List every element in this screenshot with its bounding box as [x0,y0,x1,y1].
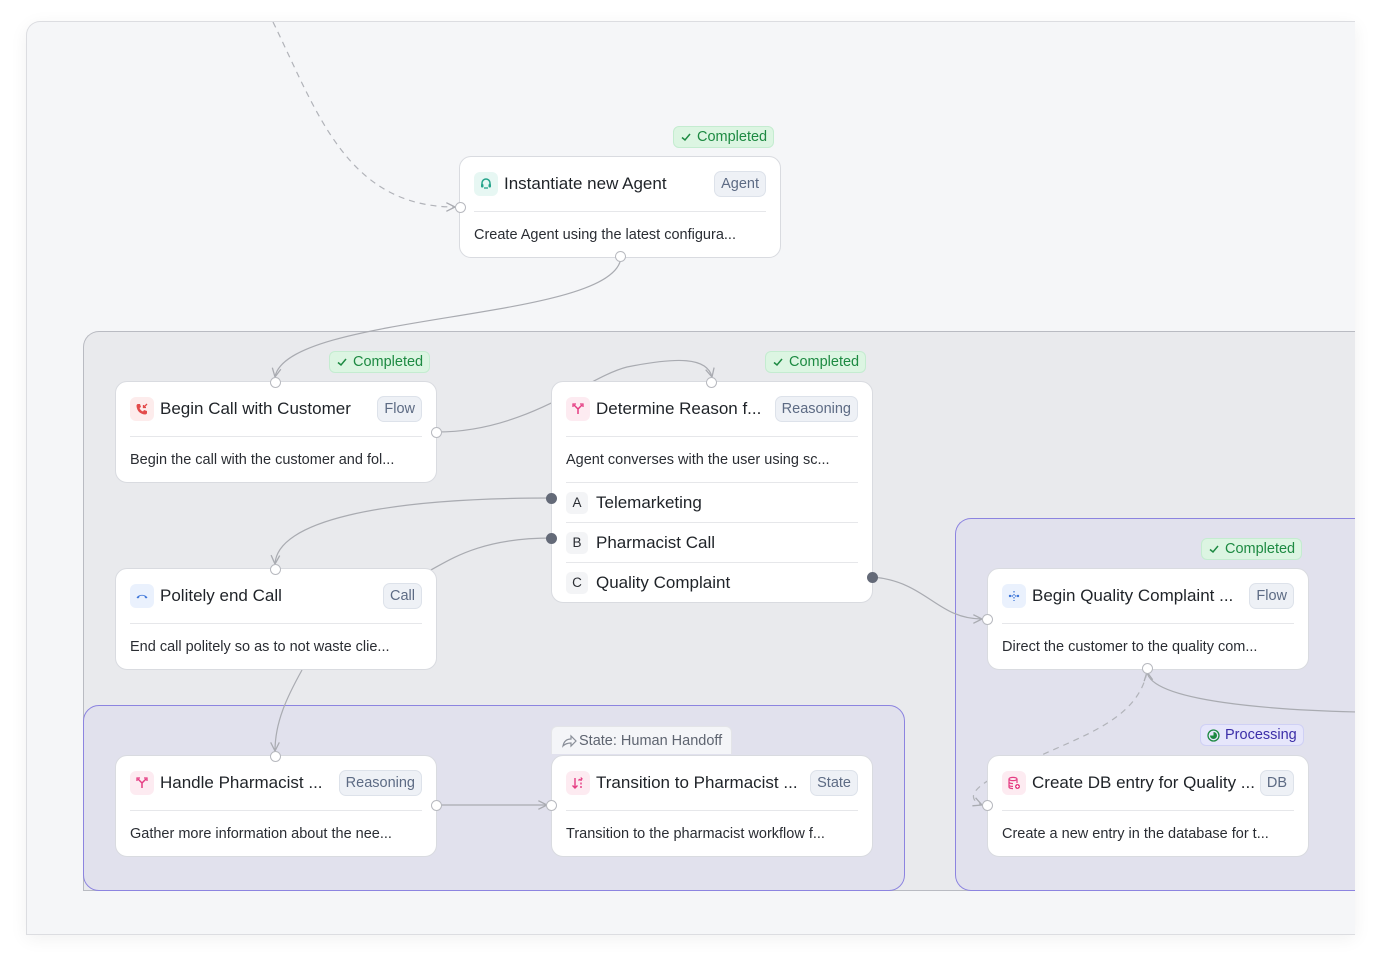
option-pharmacist-call[interactable]: B Pharmacist Call [566,523,858,563]
option-quality-complaint[interactable]: C Quality Complaint [566,563,858,602]
input-handle[interactable] [706,377,717,388]
processing-spinner-icon [1207,728,1220,742]
status-badge-completed: Completed [1201,538,1303,560]
node-title: Politely end Call [160,586,282,605]
node-title: Instantiate new Agent [504,174,667,193]
option-label: Pharmacist Call [596,532,716,552]
status-badge-processing: Processing [1200,724,1304,746]
option-key: C [566,571,588,594]
arrows-up-down-icon [566,771,590,795]
split-branch-icon [566,397,590,421]
node-title: Determine Reason f... [596,399,762,418]
node-instantiate-agent[interactable]: Instantiate new Agent Agent Create Agent… [459,156,781,258]
node-type-badge: Reasoning [774,396,858,422]
option-label: Telemarketing [596,492,702,512]
node-handle-pharmacist[interactable]: Handle Pharmacist ... Reasoning Gather m… [115,755,437,857]
input-handle[interactable] [982,614,993,625]
node-type-badge: DB [1259,770,1294,796]
status-label: Completed [353,354,424,370]
split-branch-icon [130,771,154,795]
node-title: Transition to Pharmacist ... [596,773,798,792]
state-tab: State: Human Handoff [551,726,733,754]
check-icon [680,131,692,143]
output-handle[interactable] [431,800,442,811]
node-description: Transition to the pharmacist workflow f.… [566,825,825,842]
node-type-badge: Agent [714,171,766,197]
output-handle[interactable] [1142,663,1153,674]
node-begin-call[interactable]: Begin Call with Customer Flow Begin the … [115,381,437,483]
option-a-handle[interactable] [546,493,557,504]
flow-dots-icon [1002,584,1026,608]
node-transition-pharmacist[interactable]: Transition to Pharmacist ... State Trans… [551,755,873,857]
node-type-badge: Reasoning [338,770,422,796]
status-label: Completed [1225,541,1296,557]
share-forward-icon [561,734,577,748]
node-description: Gather more information about the nee... [130,825,392,842]
database-add-icon [1002,771,1026,795]
status-badge-completed: Completed [765,351,867,373]
input-handle[interactable] [982,800,993,811]
node-description: Create a new entry in the database for t… [1002,825,1269,842]
node-type-badge: Call [383,583,422,609]
status-label: Processing [1225,727,1297,743]
input-handle[interactable] [546,800,557,811]
option-key: A [566,491,588,514]
option-b-handle[interactable] [546,533,557,544]
node-description: End call politely so as to not waste cli… [130,638,390,655]
agent-headset-icon [474,172,498,196]
status-label: Completed [789,354,860,370]
node-title: Begin Call with Customer [160,399,351,418]
status-badge-completed: Completed [673,126,775,148]
workflow-canvas[interactable]: Completed Instantiate new Agent Agent Cr… [26,21,1355,935]
option-telemarketing[interactable]: A Telemarketing [566,483,858,523]
input-handle[interactable] [270,564,281,575]
option-key: B [566,531,588,554]
edge-incoming-instantiate[interactable] [272,22,455,207]
node-type-badge: State [810,770,858,796]
output-handle[interactable] [615,251,626,262]
phone-hangup-icon [130,584,154,608]
check-icon [772,356,784,368]
node-title: Handle Pharmacist ... [160,773,323,792]
node-type-badge: Flow [377,396,422,422]
node-determine-reason[interactable]: Determine Reason f... Reasoning Agent co… [551,381,873,603]
input-handle[interactable] [270,751,281,762]
check-icon [336,356,348,368]
node-begin-quality-complaint[interactable]: Begin Quality Complaint ... Flow Direct … [987,568,1309,670]
check-icon [1208,543,1220,555]
phone-incoming-icon [130,397,154,421]
option-list: A Telemarketing B Pharmacist Call C Qual… [566,482,858,602]
status-badge-completed: Completed [329,351,431,373]
node-create-db-entry[interactable]: Create DB entry for Quality ... DB Creat… [987,755,1309,857]
option-label: Quality Complaint [596,572,731,592]
node-description: Agent converses with the user using sc..… [566,451,830,468]
node-type-badge: Flow [1249,583,1294,609]
node-title: Begin Quality Complaint ... [1032,586,1234,605]
node-description: Begin the call with the customer and fol… [130,451,395,468]
option-c-handle[interactable] [867,572,878,583]
state-label: State: Human Handoff [579,732,723,749]
input-handle[interactable] [455,202,466,213]
node-politely-end-call[interactable]: Politely end Call Call End call politely… [115,568,437,670]
node-title: Create DB entry for Quality ... [1032,773,1254,792]
output-handle[interactable] [431,427,442,438]
input-handle[interactable] [270,377,281,388]
status-label: Completed [697,129,768,145]
